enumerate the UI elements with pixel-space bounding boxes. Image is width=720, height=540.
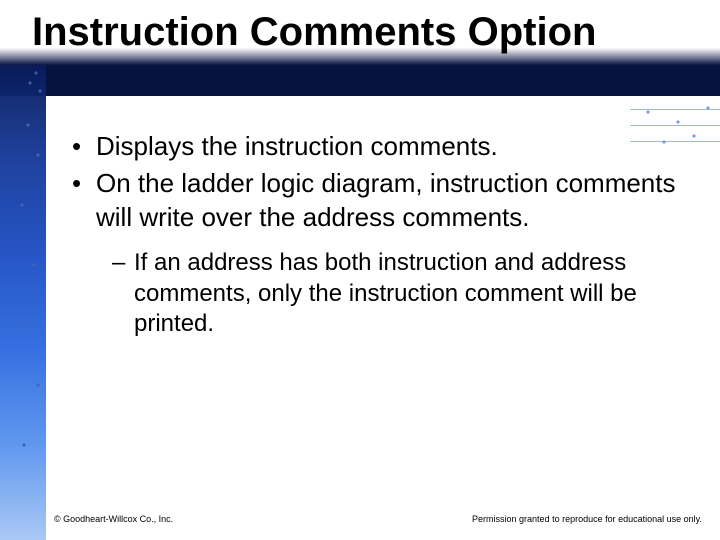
footer-copyright: © Goodheart-Willcox Co., Inc. xyxy=(54,514,173,524)
footer-permission: Permission granted to reproduce for educ… xyxy=(472,514,702,524)
slide: Instruction Comments Option Displays the… xyxy=(0,0,720,540)
slide-body: Displays the instruction comments. On th… xyxy=(72,130,680,340)
bullet-level1: On the ladder logic diagram, instruction… xyxy=(72,167,680,234)
title-band: Instruction Comments Option xyxy=(0,0,720,96)
slide-title: Instruction Comments Option xyxy=(32,10,700,54)
bullet-level2: If an address has both instruction and a… xyxy=(72,248,680,340)
bullet-level1: Displays the instruction comments. xyxy=(72,130,680,163)
side-art xyxy=(0,65,46,540)
